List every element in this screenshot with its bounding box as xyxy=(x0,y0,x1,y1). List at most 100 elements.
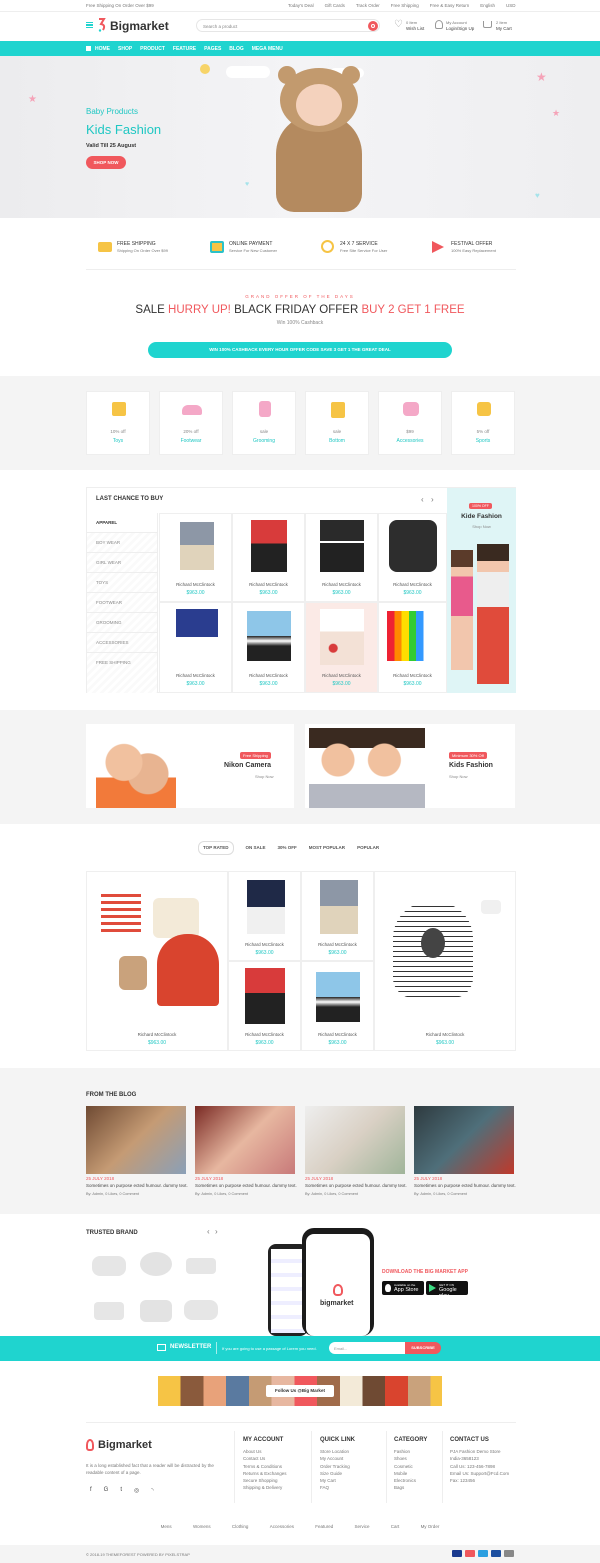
instagram-icon[interactable]: ◎ xyxy=(134,1487,139,1494)
top-link[interactable]: Free Shipping xyxy=(391,3,419,8)
brand-logo[interactable] xyxy=(92,1256,126,1276)
category-card[interactable]: 10% off Toys xyxy=(86,391,150,455)
footer-link[interactable]: Size Guide xyxy=(320,1470,355,1477)
menu-item-active[interactable]: APPAREL xyxy=(87,513,157,533)
footer-link[interactable]: My Cart xyxy=(320,1477,355,1484)
tab-most-popular[interactable]: MOST POPULAR xyxy=(309,841,345,855)
category-card[interactable]: sale Bottom xyxy=(305,391,369,455)
next-arrow-icon[interactable]: › xyxy=(431,495,434,504)
bottom-link[interactable]: Cart xyxy=(391,1524,400,1529)
category-card[interactable]: sale Grooming xyxy=(232,391,296,455)
product-card-large[interactable]: Richard McClintock $963.00 xyxy=(86,871,228,1051)
product-card[interactable]: Richard McClintock $963.00 xyxy=(159,513,232,602)
app-store-button[interactable]: Available on the App Store xyxy=(382,1281,424,1295)
brand-logo[interactable] xyxy=(94,1302,124,1320)
footer-link[interactable]: Terms & Conditions xyxy=(243,1463,287,1470)
cart-icon[interactable] xyxy=(483,21,492,28)
footer-link[interactable]: Order Tracking xyxy=(320,1463,355,1470)
menu-item[interactable]: GROOMING xyxy=(87,613,157,633)
product-card[interactable]: Richard McClintock $963.00 xyxy=(305,602,378,693)
menu-item[interactable]: ACCESSORIES xyxy=(87,633,157,653)
top-link[interactable]: Today's Deal xyxy=(288,3,314,8)
menu-item[interactable]: FREE SHIPPING xyxy=(87,653,157,673)
google-plus-icon[interactable]: G xyxy=(104,1487,109,1494)
brand-logo[interactable] xyxy=(186,1258,216,1274)
blog-card[interactable]: 25 JULY 2018 Sometimes on purpose ected … xyxy=(195,1106,297,1206)
newsletter-email-input[interactable]: Email... xyxy=(329,1342,405,1354)
tab-top-rated[interactable]: TOP RATED xyxy=(198,841,234,855)
promo-link[interactable]: Shop Now xyxy=(449,774,467,779)
footer-link[interactable]: Shipping & Delivery xyxy=(243,1484,287,1491)
product-card-large[interactable]: Richard McClintock $963.00 xyxy=(374,871,516,1051)
promo-card[interactable]: Minimum 30% Off Kids Fashion Shop Now xyxy=(305,724,515,808)
product-card[interactable]: Richard McClintock $963.00 xyxy=(305,513,378,602)
footer-link[interactable]: Bags xyxy=(394,1484,427,1491)
footer-link[interactable]: Shoes xyxy=(394,1455,427,1462)
brand-logo[interactable] xyxy=(140,1300,172,1322)
rss-icon[interactable]: ◝ xyxy=(151,1487,153,1494)
top-link[interactable]: Track Order xyxy=(356,3,380,8)
product-card[interactable]: Richard McClintock $963.00 xyxy=(301,871,374,961)
blog-card[interactable]: 25 JULY 2018 Sometimes on purpose ected … xyxy=(305,1106,407,1206)
bottom-link[interactable]: Mens xyxy=(161,1524,172,1529)
facebook-icon[interactable]: f xyxy=(90,1487,92,1494)
promo-link[interactable]: Shop Now xyxy=(255,774,273,779)
product-card[interactable]: Richard McClintock $963.00 xyxy=(228,961,301,1051)
google-play-button[interactable]: GET IT ON Google play xyxy=(426,1281,468,1299)
tab-popular[interactable]: POPULAR xyxy=(357,841,379,855)
tab-on-sale[interactable]: ON SALE xyxy=(246,841,266,855)
footer-link[interactable]: Electronics xyxy=(394,1477,427,1484)
top-link[interactable]: Gift Cards xyxy=(325,3,345,8)
menu-item[interactable]: TOYS xyxy=(87,573,157,593)
side-link[interactable]: Shop Now xyxy=(447,524,516,529)
logo-text[interactable]: Bigmarket xyxy=(110,19,169,33)
nav-shop[interactable]: SHOP xyxy=(118,46,132,52)
product-card[interactable]: Richard McClintock $963.00 xyxy=(232,602,305,693)
category-card[interactable]: 20% off Footwear xyxy=(159,391,223,455)
follow-badge[interactable]: Follow Us @Big Market xyxy=(266,1385,334,1397)
footer-link[interactable]: Mobile xyxy=(394,1470,427,1477)
brand-next-icon[interactable]: › xyxy=(215,1227,218,1236)
twitter-icon[interactable]: t xyxy=(120,1487,122,1494)
product-card[interactable]: Richard McClintock $963.00 xyxy=(232,513,305,602)
footer-link[interactable]: Secure Shopping xyxy=(243,1477,287,1484)
promo-card[interactable]: Free Shipping Nikon Camera Shop Now xyxy=(86,724,294,808)
menu-item[interactable]: FOOTWEAR xyxy=(87,593,157,613)
heart-icon[interactable]: ♡ xyxy=(394,20,403,30)
user-icon[interactable] xyxy=(435,20,443,29)
search-input[interactable]: Search a product xyxy=(203,24,237,29)
product-card[interactable]: Richard McClintock $963.00 xyxy=(378,513,447,602)
footer-link[interactable]: Store Location xyxy=(320,1448,355,1455)
menu-item[interactable]: BOY WEAR xyxy=(87,533,157,553)
nav-product[interactable]: PRODUCT xyxy=(140,46,165,52)
category-card[interactable]: $99 Accessories xyxy=(378,391,442,455)
bottom-link[interactable]: Featured xyxy=(315,1524,333,1529)
nav-pages[interactable]: PAGES xyxy=(204,46,221,52)
footer-link[interactable]: About Us xyxy=(243,1448,287,1455)
blog-card[interactable]: 25 JULY 2018 Sometimes on purpose ected … xyxy=(86,1106,188,1206)
bottom-link[interactable]: Service xyxy=(355,1524,370,1529)
product-card[interactable]: Richard McClintock $963.00 xyxy=(228,871,301,961)
currency-select[interactable]: USD xyxy=(506,3,516,8)
prev-arrow-icon[interactable]: ‹ xyxy=(421,495,424,504)
shop-now-button[interactable]: SHOP NOW xyxy=(86,156,126,169)
offer-code-bar[interactable]: WIN 100% CASHBACK EVERY HOUR OFFER CODE … xyxy=(148,342,452,358)
nav-feature[interactable]: FEATURE xyxy=(173,46,196,52)
footer-link[interactable]: Fashion xyxy=(394,1448,427,1455)
category-card[interactable]: 5% off Sports xyxy=(451,391,515,455)
language-select[interactable]: English xyxy=(480,3,495,8)
bottom-link[interactable]: Womens xyxy=(193,1524,211,1529)
menu-item[interactable]: GIRL WEAR xyxy=(87,553,157,573)
bottom-link[interactable]: Clothing xyxy=(232,1524,249,1529)
brand-prev-icon[interactable]: ‹ xyxy=(207,1227,210,1236)
footer-link[interactable]: FAQ xyxy=(320,1484,355,1491)
nav-mega-menu[interactable]: MEGA MENU xyxy=(252,46,283,52)
product-card[interactable]: Richard McClintock $963.00 xyxy=(159,602,232,693)
bottom-link[interactable]: My Order xyxy=(421,1524,440,1529)
product-card[interactable]: Richard McClintock $963.00 xyxy=(378,602,447,693)
footer-link[interactable]: Contact Us xyxy=(243,1455,287,1462)
top-link[interactable]: Free & Easy Return xyxy=(430,3,470,8)
tab-30-off[interactable]: 30% OFF xyxy=(278,841,297,855)
subscribe-button[interactable]: SUBSCRIBE xyxy=(405,1342,441,1354)
side-banner[interactable]: 100% OFF Kide Fashion Shop Now xyxy=(447,488,516,693)
